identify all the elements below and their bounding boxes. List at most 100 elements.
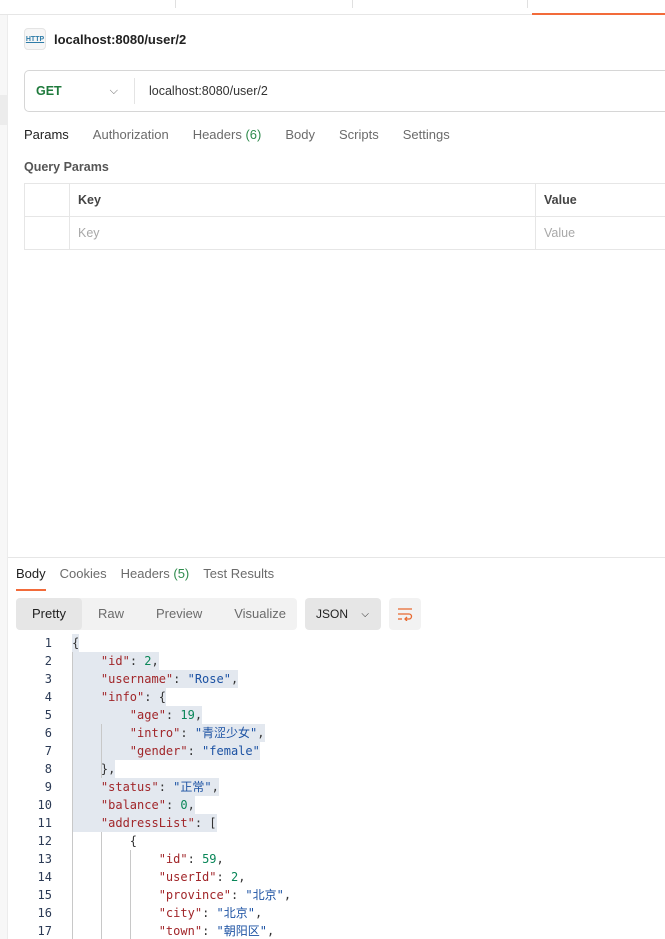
line-number: 16 <box>37 906 52 920</box>
code-line: 7 "gender": "female" <box>0 742 665 760</box>
code-line: 9 "status": "正常", <box>0 778 665 796</box>
code-line: 6 "intro": "青涩少女", <box>0 724 665 742</box>
line-number: 7 <box>44 744 52 758</box>
line-number: 9 <box>44 780 52 794</box>
code-token: , <box>230 672 239 686</box>
response-body-editor[interactable]: 1 {2 "id": 2, 3 "username": "Rose", 4 "info… <box>0 634 665 939</box>
line-number: 5 <box>44 708 52 722</box>
tab-cookies[interactable]: Cookies <box>60 566 107 591</box>
sidebar-selected-item[interactable] <box>0 95 8 125</box>
code-line: 2 "id": 2, <box>0 652 665 670</box>
tab-separator <box>175 0 176 8</box>
key-input[interactable]: Key <box>69 216 536 250</box>
code-token: : <box>165 798 181 812</box>
code-text: { <box>72 634 80 652</box>
tab-headers[interactable]: Headers (6) <box>193 127 262 142</box>
tab-separator <box>352 0 353 8</box>
tab-scripts[interactable]: Scripts <box>339 127 379 142</box>
code-line: 15 "province": "北京", <box>0 886 665 904</box>
code-line: 11 "addressList": [ <box>0 814 665 832</box>
pane-divider[interactable] <box>8 557 665 558</box>
code-token: , <box>254 906 263 920</box>
request-tabs: Params Authorization Headers (6) Body Sc… <box>24 127 450 142</box>
code-token: "female" <box>202 744 260 758</box>
code-text: "userId": 2, <box>72 868 246 886</box>
active-tab-indicator <box>532 13 665 15</box>
code-token: 0 <box>180 798 188 812</box>
code-token: "age" <box>129 708 166 722</box>
code-token: "正常" <box>173 780 212 794</box>
method-dropdown[interactable]: GET ⌵ <box>25 78 135 104</box>
request-header: HTTP localhost:8080/user/2 <box>24 28 186 50</box>
code-token: , <box>187 798 195 812</box>
code-token: "北京" <box>216 906 255 920</box>
code-text: "town": "朝阳区", <box>72 922 275 939</box>
code-text: { <box>72 832 137 850</box>
line-number: 3 <box>44 672 52 686</box>
code-token: : <box>202 906 217 920</box>
code-token: : <box>173 672 188 686</box>
line-number: 1 <box>44 636 52 650</box>
code-token: "北京" <box>245 888 284 902</box>
line-number: 17 <box>37 924 52 938</box>
code-token: "province" <box>158 888 231 902</box>
chevron-down-icon: ⌵ <box>361 608 369 620</box>
tab-test-results[interactable]: Test Results <box>203 566 274 591</box>
code-token: , <box>216 852 224 866</box>
code-token: "info" <box>100 690 145 704</box>
line-number: 4 <box>44 690 52 704</box>
checkbox-column <box>24 183 70 217</box>
code-text: "info": { <box>72 688 166 706</box>
tab-settings[interactable]: Settings <box>403 127 450 142</box>
format-dropdown[interactable]: JSON ⌵ <box>305 598 381 630</box>
tab-count: (5) <box>173 566 190 581</box>
line-number: 15 <box>37 888 52 902</box>
line-number: 2 <box>44 654 52 668</box>
code-text: "balance": 0, <box>72 796 195 814</box>
tab-body[interactable]: Body <box>285 127 315 142</box>
line-number: 11 <box>37 816 52 830</box>
view-pretty[interactable]: Pretty <box>16 598 82 630</box>
code-token: "朝阳区" <box>216 924 267 938</box>
top-tab-bar <box>0 0 665 15</box>
code-line: 16 "city": "北京", <box>0 904 665 922</box>
code-token: , <box>211 780 219 794</box>
format-label: JSON <box>316 607 349 621</box>
code-token: "id" <box>158 852 188 866</box>
code-token: , <box>283 888 292 902</box>
code-text: "username": "Rose", <box>72 670 239 688</box>
tab-response-body[interactable]: Body <box>16 566 46 591</box>
tab-params[interactable]: Params <box>24 127 69 142</box>
view-visualize[interactable]: Visualize <box>218 598 302 630</box>
code-token: , <box>266 924 275 938</box>
request-title[interactable]: localhost:8080/user/2 <box>54 32 186 47</box>
query-params-table: Key Value Key Value <box>24 183 665 250</box>
wrap-lines-button[interactable] <box>389 598 421 630</box>
code-line: 5 "age": 19, <box>0 706 665 724</box>
tab-authorization[interactable]: Authorization <box>93 127 169 142</box>
view-raw[interactable]: Raw <box>82 598 140 630</box>
url-input[interactable]: localhost:8080/user/2 <box>135 84 268 98</box>
code-text: "age": 19, <box>72 706 203 724</box>
code-token: : <box>180 726 195 740</box>
code-token: "addressList" <box>100 816 195 830</box>
code-text: "id": 2, <box>72 652 159 670</box>
chevron-down-icon: ⌵ <box>109 84 118 97</box>
value-input[interactable]: Value <box>535 216 665 250</box>
code-token: "town" <box>158 924 203 938</box>
code-line: 8 }, <box>0 760 665 778</box>
view-preview[interactable]: Preview <box>140 598 218 630</box>
code-text: "province": "北京", <box>72 886 291 904</box>
indent-guide <box>101 724 102 778</box>
tab-response-headers[interactable]: Headers (5) <box>121 566 190 591</box>
code-token: "intro" <box>129 726 181 740</box>
code-token: , <box>257 726 265 740</box>
code-text: "id": 59, <box>72 850 224 868</box>
code-token: "Rose" <box>187 672 231 686</box>
row-checkbox[interactable] <box>24 216 70 250</box>
